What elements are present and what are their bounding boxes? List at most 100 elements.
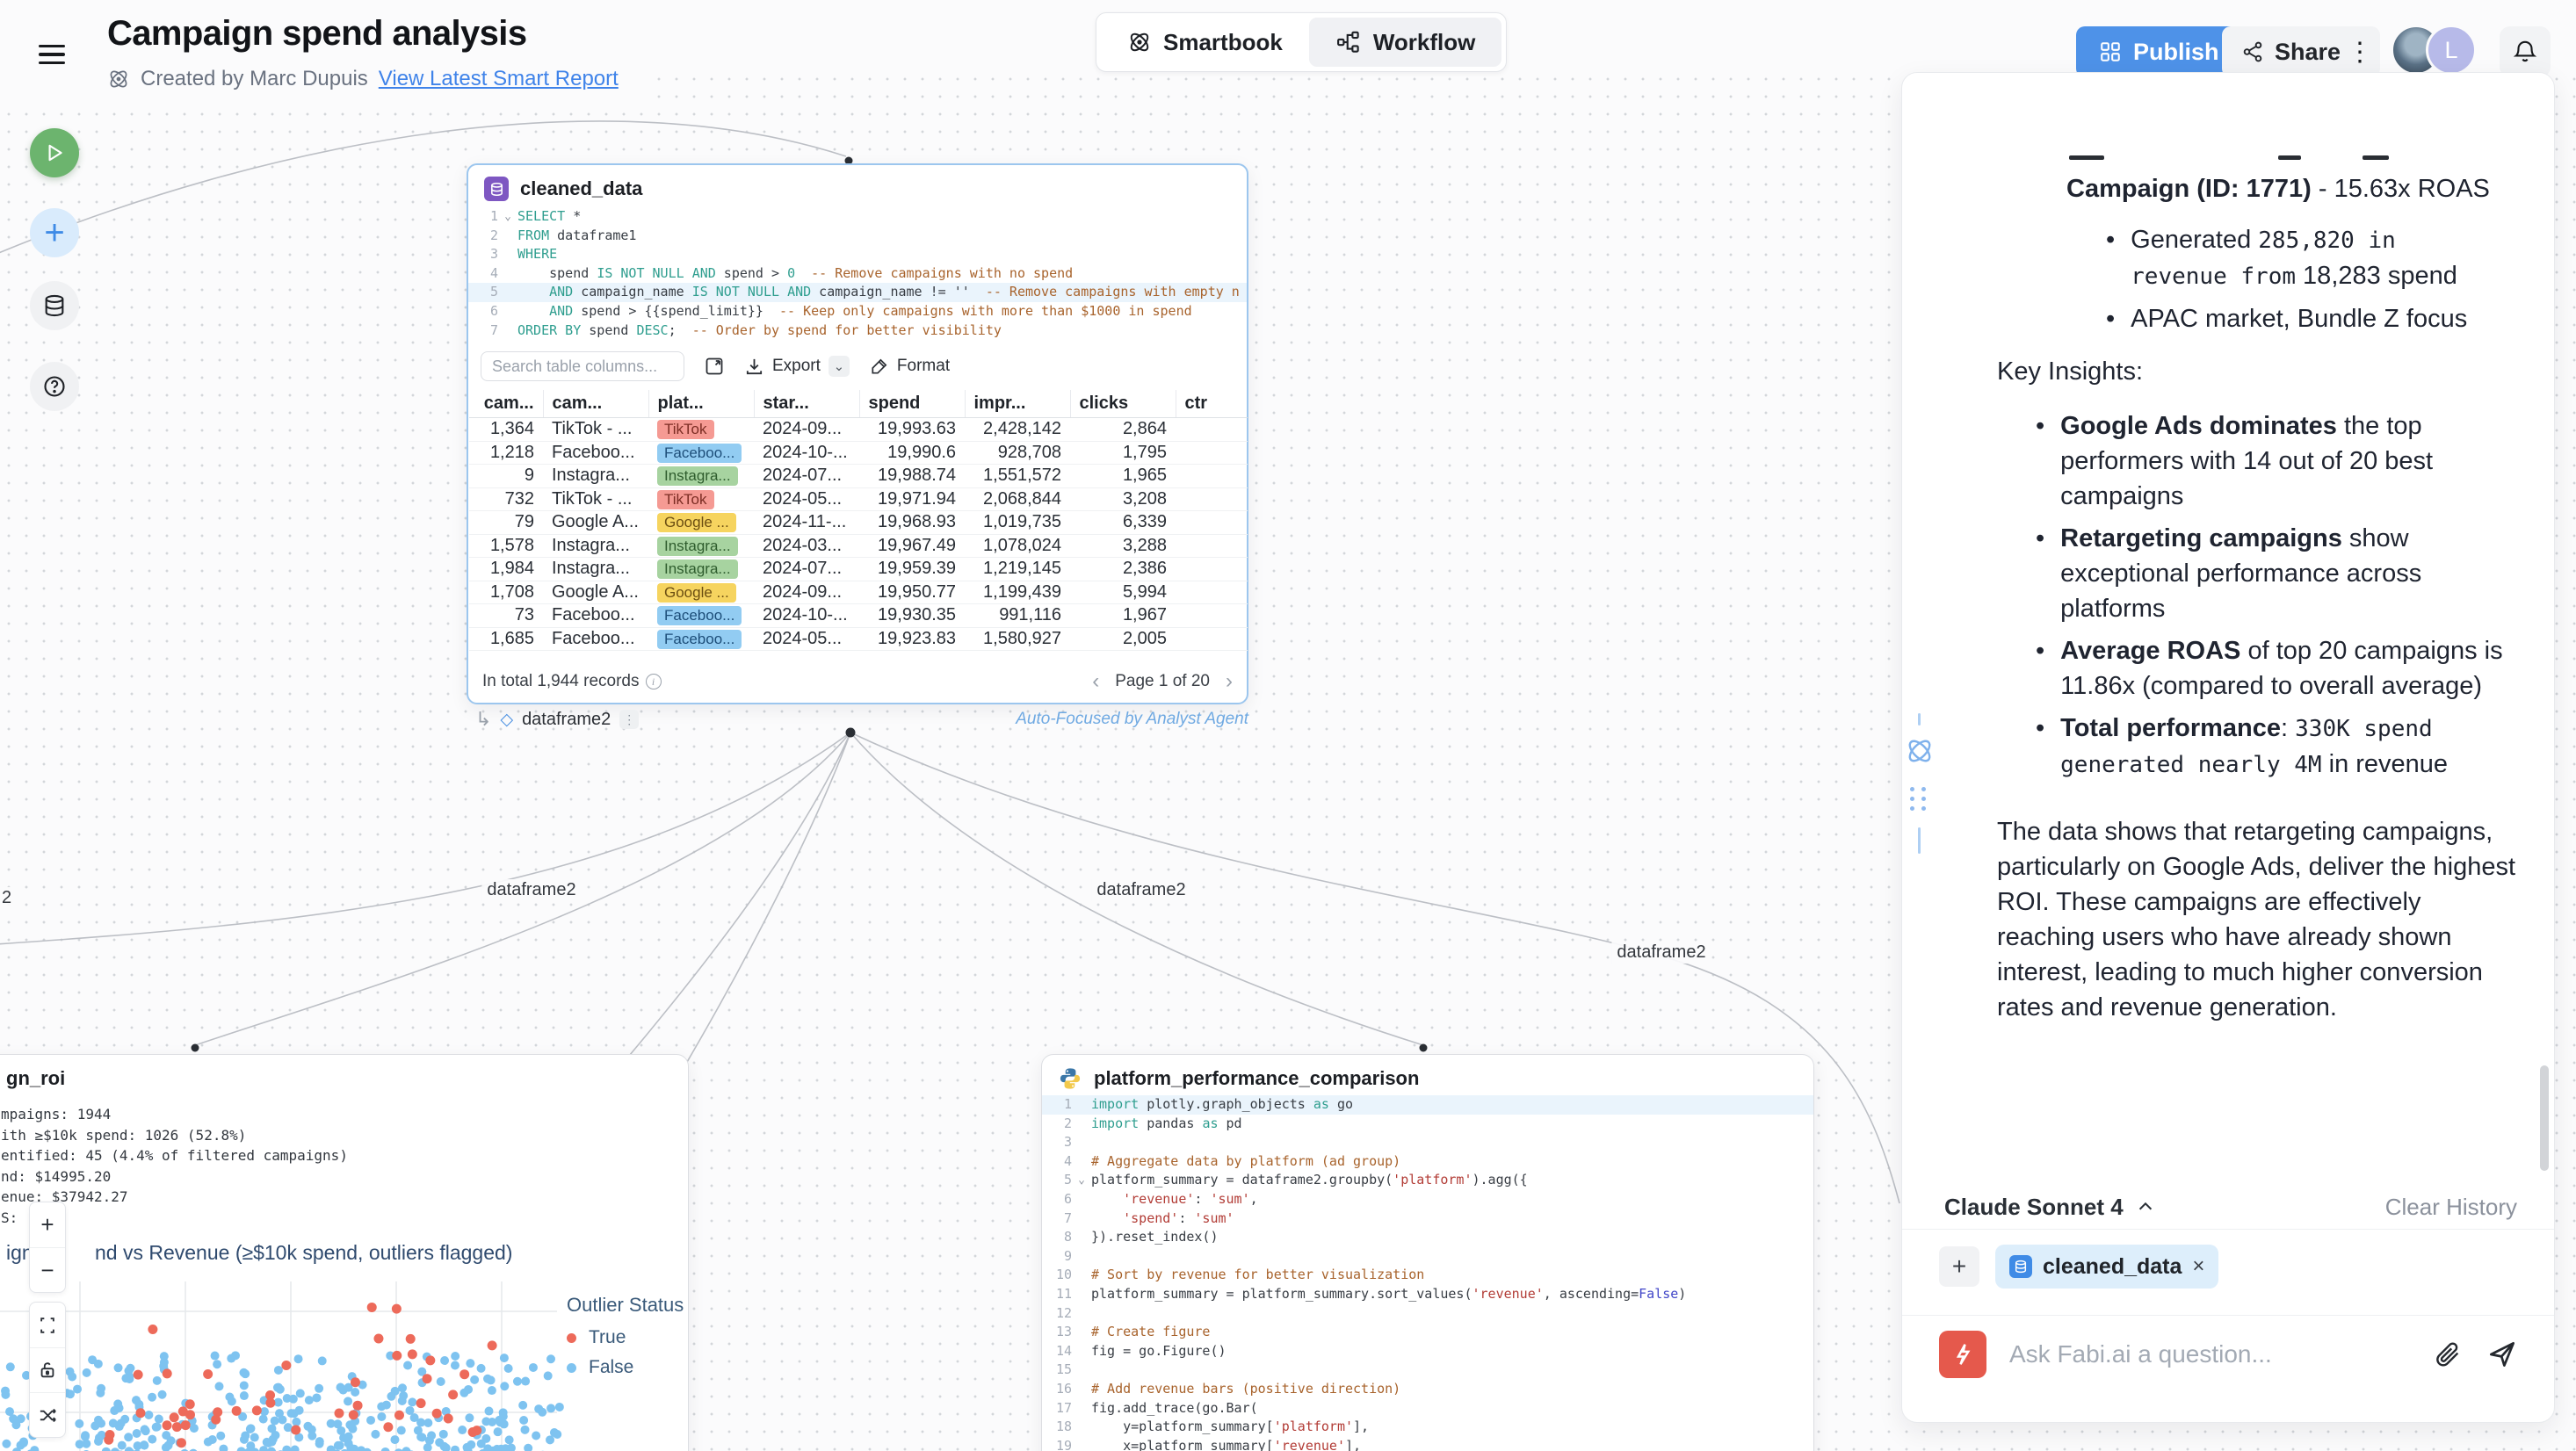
node-platform-performance-comparison[interactable]: platform_performance_comparison 1import …	[1041, 1054, 1814, 1451]
zoom-in-button[interactable]: +	[30, 1202, 65, 1247]
column-header[interactable]: cam...	[543, 390, 648, 418]
column-header[interactable]: cam...	[469, 390, 543, 418]
sql-code-editor[interactable]: 1⌄SELECT *2FROM dataframe13WHERE4 spend …	[468, 207, 1247, 340]
column-header[interactable]: impr...	[965, 390, 1070, 418]
tab-smartbook[interactable]: Smartbook	[1101, 18, 1309, 67]
notifications-button[interactable]	[2500, 26, 2551, 77]
code-line[interactable]: 7ORDER BY spend DESC; -- Order by spend …	[468, 321, 1247, 341]
model-selector[interactable]: Claude Sonnet 4	[1944, 1194, 2155, 1221]
python-code-editor[interactable]: 1import plotly.graph_objects as go2impor…	[1042, 1095, 1813, 1451]
add-node-button[interactable]: +	[30, 208, 79, 257]
table-row[interactable]: 1,685Faceboo...Faceboo...2024-05...19,92…	[469, 627, 1248, 651]
output-dataframe-name[interactable]: dataframe2	[522, 710, 611, 730]
prev-page-button[interactable]: ‹	[1092, 669, 1099, 694]
user-avatar-initial[interactable]: L	[2426, 25, 2477, 76]
code-line[interactable]: 1import plotly.graph_objects as go	[1042, 1095, 1813, 1115]
code-line[interactable]: 18 y=platform_summary['platform'],	[1042, 1418, 1813, 1437]
node-cleaned-data[interactable]: cleaned_data 1⌄SELECT *2FROM dataframe13…	[467, 163, 1248, 704]
code-line[interactable]: 5 AND campaign_name IS NOT NULL AND camp…	[468, 283, 1247, 302]
format-button[interactable]: Format	[869, 357, 950, 377]
code-line[interactable]: 3	[1042, 1133, 1813, 1152]
attach-file-button[interactable]	[2433, 1339, 2463, 1369]
code-line[interactable]: 9	[1042, 1247, 1813, 1267]
context-chip-cleaned-data[interactable]: cleaned_data ×	[1995, 1245, 2218, 1289]
scatter-point	[312, 1393, 321, 1402]
publish-button[interactable]: Publish	[2076, 26, 2242, 77]
ask-fabi-input[interactable]	[2009, 1340, 2410, 1368]
assistant-conversation[interactable]: Campaign (ID: 1771) - 15.63x ROAS •Gener…	[1902, 73, 2554, 1224]
view-latest-smart-report-link[interactable]: View Latest Smart Report	[379, 67, 619, 91]
remove-context-button[interactable]: ×	[2192, 1254, 2204, 1279]
lock-canvas-button[interactable]	[30, 1347, 65, 1392]
fit-view-button[interactable]	[30, 1303, 65, 1347]
output-options-badge[interactable]: ⋮	[619, 710, 639, 729]
code-line[interactable]: 15	[1042, 1361, 1813, 1380]
info-icon[interactable]: i	[646, 674, 662, 689]
tab-workflow[interactable]: Workflow	[1309, 18, 1502, 67]
code-line[interactable]: 10# Sort by revenue for better visualiza…	[1042, 1266, 1813, 1285]
node-header[interactable]: platform_performance_comparison	[1042, 1055, 1813, 1096]
export-button[interactable]: Export ⌄	[744, 356, 850, 377]
fold-chevron-icon[interactable]: ⌄	[1072, 1171, 1091, 1190]
search-input[interactable]	[481, 351, 684, 381]
clear-history-button[interactable]: Clear History	[2385, 1194, 2517, 1221]
code-line[interactable]: 7 'spend': 'sum'	[1042, 1209, 1813, 1229]
add-context-button[interactable]: +	[1939, 1246, 1979, 1287]
legend-item-true[interactable]: True	[567, 1327, 684, 1348]
code-line[interactable]: 8}).reset_index()	[1042, 1228, 1813, 1247]
table-row[interactable]: 1,708Google A...Google ...2024-09...19,9…	[469, 581, 1248, 604]
help-button[interactable]	[30, 362, 79, 411]
code-line[interactable]: 4# Aggregate data by platform (ad group)	[1042, 1152, 1813, 1172]
table-row[interactable]: 1,578Instagra...Instagra...2024-03...19,…	[469, 534, 1248, 558]
table-row[interactable]: 79Google A...Google ...2024-11-...19,968…	[469, 511, 1248, 535]
code-line[interactable]: 1⌄SELECT *	[468, 207, 1247, 227]
legend-item-false[interactable]: False	[567, 1357, 684, 1378]
column-header[interactable]: spend	[859, 390, 965, 418]
code-line[interactable]: 2import pandas as pd	[1042, 1115, 1813, 1134]
code-line[interactable]: 3WHERE	[468, 245, 1247, 264]
send-button[interactable]	[2486, 1338, 2519, 1371]
code-line[interactable]: 4 spend IS NOT NULL AND spend > 0 -- Rem…	[468, 264, 1247, 284]
code-line[interactable]: 17fig.add_trace(go.Bar(	[1042, 1399, 1813, 1419]
result-table[interactable]: cam...cam...plat...star...spendimpr...cl…	[469, 390, 1248, 651]
code-line[interactable]: 12	[1042, 1304, 1813, 1324]
auto-layout-button[interactable]	[30, 1392, 65, 1437]
export-menu-chevron[interactable]: ⌄	[829, 356, 850, 377]
node-header[interactable]: cleaned_data	[468, 165, 1247, 206]
code-line[interactable]: 11platform_summary = platform_summary.so…	[1042, 1285, 1813, 1304]
table-row[interactable]: 73Faceboo...Faceboo...2024-10-...19,930.…	[469, 604, 1248, 628]
code-line[interactable]: 6 'revenue': 'sum',	[1042, 1190, 1813, 1209]
column-header[interactable]: ctr	[1176, 390, 1248, 418]
column-header[interactable]: clicks	[1070, 390, 1176, 418]
code-line[interactable]: 19 x=platform_summary['revenue'],	[1042, 1437, 1813, 1451]
code-line[interactable]: 13# Create figure	[1042, 1323, 1813, 1342]
panel-scrollbar[interactable]	[2540, 1065, 2549, 1171]
table-row[interactable]: 9Instagra...Instagra...2024-07...19,988.…	[469, 465, 1248, 488]
table-row[interactable]: 1,218Faceboo...Faceboo...2024-10-...19,9…	[469, 441, 1248, 465]
code-line[interactable]: 16# Add revenue bars (positive direction…	[1042, 1380, 1813, 1399]
code-line[interactable]: 5⌄platform_summary = dataframe2.groupby(…	[1042, 1171, 1813, 1190]
table-row[interactable]: 1,984Instagra...Instagra...2024-07...19,…	[469, 558, 1248, 581]
bullet-item: •APAC market, Bundle Z focus	[2106, 301, 2505, 336]
scatter-plot[interactable]	[0, 1055, 689, 1451]
table-row[interactable]: 732TikTok - ...TikTok2024-05...19,971.94…	[469, 487, 1248, 511]
code-line[interactable]: 14fig = go.Figure()	[1042, 1342, 1813, 1361]
column-header[interactable]: plat...	[648, 390, 754, 418]
next-page-button[interactable]: ›	[1226, 669, 1233, 694]
table-row[interactable]: 1,364TikTok - ...TikTok2024-09...19,993.…	[469, 418, 1248, 442]
zoom-out-button[interactable]: −	[30, 1247, 65, 1292]
code-line[interactable]: 6 AND spend > {{spend_limit}} -- Keep on…	[468, 302, 1247, 321]
node-campaign-roi[interactable]: gn_roi mpaigns: 1944 ith ≥$10k spend: 10…	[0, 1054, 689, 1451]
run-workflow-button[interactable]	[30, 128, 79, 177]
code-line[interactable]: 2FROM dataframe1	[468, 227, 1247, 246]
smartbook-atom-icon-blue[interactable]	[1905, 736, 1935, 766]
column-header[interactable]: star...	[754, 390, 859, 418]
menu-icon[interactable]	[39, 39, 74, 70]
workflow-canvas[interactable]: dataframe2dataframe2dataframe22 Campaign…	[0, 0, 2576, 1451]
scatter-point	[408, 1349, 417, 1359]
more-options-button[interactable]: ⋮	[2340, 26, 2380, 77]
fold-chevron-icon[interactable]: ⌄	[498, 207, 517, 227]
data-sources-button[interactable]	[30, 281, 79, 330]
drag-handle-icon[interactable]	[1910, 787, 1928, 811]
expand-table-button[interactable]	[704, 356, 725, 377]
